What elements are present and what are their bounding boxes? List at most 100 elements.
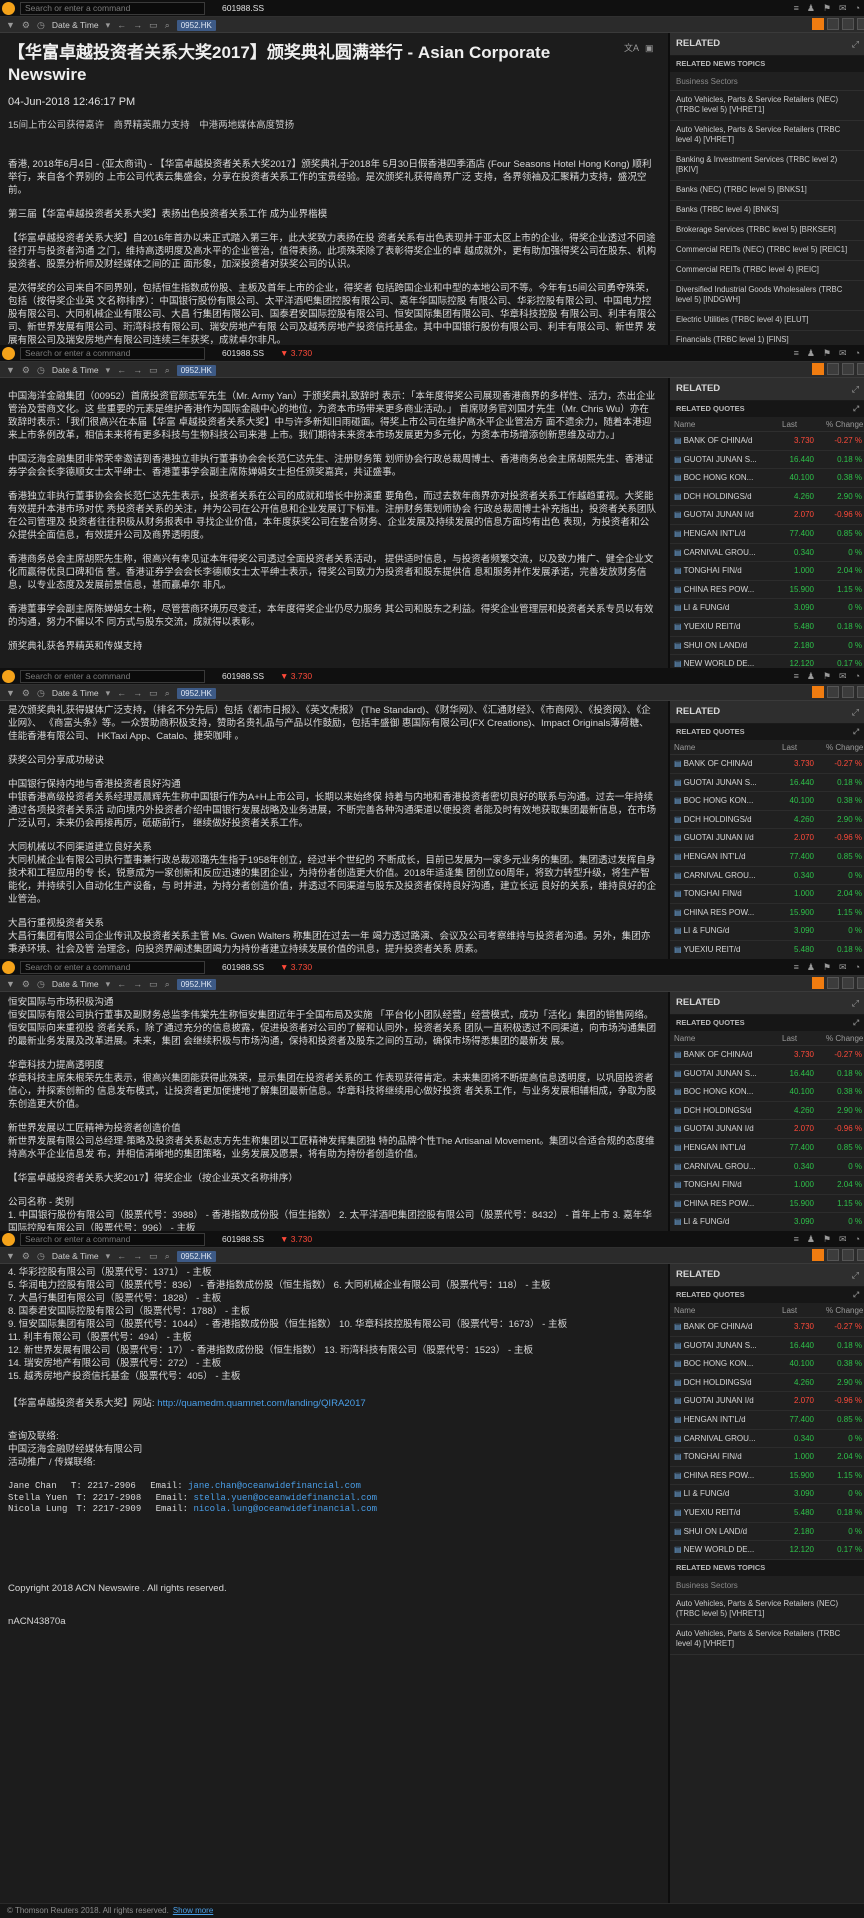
search-icon[interactable]: ⌕ <box>165 688 170 699</box>
forward-icon[interactable]: → <box>133 979 142 990</box>
expand-icon[interactable]: ⤢ <box>852 998 859 1009</box>
quote-name[interactable]: ▤ DCH HOLDINGS/d <box>674 1374 756 1393</box>
quote-row[interactable]: ▤ GUOTAI JUNAN S... 16.440 0.18 % <box>670 1337 864 1356</box>
messages-icon[interactable]: ✉ <box>839 1234 847 1245</box>
date-time-dropdown[interactable]: Date & Time <box>52 20 99 30</box>
back-icon[interactable]: ← <box>117 1251 126 1262</box>
quote-name[interactable]: ▤ LI & FUNG/d <box>674 922 756 941</box>
quote-row[interactable]: ▤ GUOTAI JUNAN S... 16.440 0.18 % <box>670 451 864 470</box>
quote-name[interactable]: ▤ BANK OF CHINA/d <box>674 432 756 451</box>
filter-icon[interactable]: ▼ <box>6 20 15 31</box>
highlight-toggle[interactable] <box>812 1249 824 1261</box>
search-icon[interactable]: ⌕ <box>165 979 170 990</box>
mail-icon[interactable] <box>842 686 854 698</box>
clock-icon[interactable]: ◷ <box>37 1251 45 1262</box>
quote-row[interactable]: ▤ DCH HOLDINGS/d 4.260 2.90 % <box>670 811 864 830</box>
quote-row[interactable]: ▤ HENGAN INT'L/d 77.400 0.85 % <box>670 1139 864 1158</box>
quote-name[interactable]: ▤ NEW WORLD DE... <box>674 655 756 668</box>
forward-icon[interactable]: → <box>133 688 142 699</box>
quote-row[interactable]: ▤ CHINA RES POW... 15.900 1.15 % <box>670 581 864 600</box>
clock-icon[interactable]: ◷ <box>37 20 45 31</box>
messages-icon[interactable]: ✉ <box>839 3 847 14</box>
instrument-chip[interactable]: 0952.HK <box>176 19 216 31</box>
quote-row[interactable]: ▤ BANK OF CHINA/d 3.730 -0.27 % <box>670 1046 864 1065</box>
quote-name[interactable]: ▤ HENGAN INT'L/d <box>674 1139 756 1158</box>
quote-ric[interactable]: 601988.SS <box>222 959 264 976</box>
date-time-dropdown[interactable]: Date & Time <box>52 979 99 989</box>
messages-icon[interactable]: ✉ <box>839 671 847 682</box>
search-icon[interactable]: ⌕ <box>165 20 170 31</box>
quote-row[interactable]: ▤ BANK OF CHINA/d 3.730 -0.27 % <box>670 432 864 451</box>
quote-name[interactable]: ▤ HENGAN INT'L/d <box>674 1411 756 1430</box>
expand-icon[interactable]: ⤢ <box>852 39 859 50</box>
wifi-icon[interactable]: ◔ <box>855 962 860 973</box>
layout-icon[interactable]: ▭ <box>149 979 158 990</box>
quote-name[interactable]: ▤ TONGHAI FIN/d <box>674 562 756 581</box>
quote-ric[interactable]: 601988.SS <box>222 668 264 685</box>
flag-icon[interactable]: ⚑ <box>823 1234 831 1245</box>
expand-icon[interactable]: ⤢ <box>853 401 859 417</box>
quote-row[interactable]: ▤ NEW WORLD DE... 12.120 0.17 % <box>670 1541 864 1560</box>
quote-name[interactable]: ▤ CARNIVAL GROU... <box>674 1158 756 1177</box>
app-logo-icon[interactable] <box>2 347 15 360</box>
quote-name[interactable]: ▤ GUOTAI JUNAN I/d <box>674 506 756 525</box>
related-topic-link[interactable]: Commercial REITs (NEC) (TRBC level 5) [R… <box>670 241 864 261</box>
quote-ric[interactable]: 601988.SS <box>222 0 264 17</box>
quote-name[interactable]: ▤ BOC HONG KON... <box>674 469 756 488</box>
quote-row[interactable]: ▤ TONGHAI FIN/d 1.000 2.04 % <box>670 885 864 904</box>
date-time-dropdown[interactable]: Date & Time <box>52 1251 99 1261</box>
chevron-down-icon[interactable]: ▾ <box>106 365 111 376</box>
clock-icon[interactable]: ◷ <box>37 365 45 376</box>
website-link[interactable]: http://quamedm.quamnet.com/landing/QIRA2… <box>157 1398 366 1409</box>
quote-row[interactable]: ▤ YUEXIU REIT/d 5.480 0.18 % <box>670 941 864 959</box>
layout-icon[interactable]: ▭ <box>149 688 158 699</box>
quote-row[interactable]: ▤ CHINA RES POW... 15.900 1.15 % <box>670 1195 864 1214</box>
contact-email[interactable]: stella.yuen@oceanwidefinancial.com <box>193 1493 377 1503</box>
export-icon[interactable] <box>857 686 864 698</box>
clock-icon[interactable]: ◷ <box>37 979 45 990</box>
quote-name[interactable]: ▤ BOC HONG KON... <box>674 1083 756 1102</box>
related-topic-link[interactable]: Banks (NEC) (TRBC level 5) [BNKS1] <box>670 181 864 201</box>
quote-row[interactable]: ▤ CHINA RES POW... 15.900 1.15 % <box>670 1467 864 1486</box>
date-time-dropdown[interactable]: Date & Time <box>52 688 99 698</box>
quote-row[interactable]: ▤ CHINA RES POW... 15.900 1.15 % <box>670 904 864 923</box>
quote-name[interactable]: ▤ CHINA RES POW... <box>674 581 756 600</box>
expand-icon[interactable]: ⤢ <box>853 1287 859 1303</box>
quote-row[interactable]: ▤ LI & FUNG/d 3.090 0 % <box>670 599 864 618</box>
quote-row[interactable]: ▤ CARNIVAL GROU... 0.340 0 % <box>670 1430 864 1449</box>
command-search-input[interactable]: Search or enter a command <box>20 347 205 360</box>
highlight-toggle[interactable] <box>812 18 824 30</box>
quote-row[interactable]: ▤ LI & FUNG/d 3.090 0 % <box>670 1213 864 1231</box>
mail-icon[interactable] <box>842 18 854 30</box>
layout-icon[interactable]: ▭ <box>149 1251 158 1262</box>
search-icon[interactable]: ⌕ <box>165 1251 170 1262</box>
quote-row[interactable]: ▤ GUOTAI JUNAN I/d 2.070 -0.96 % <box>670 506 864 525</box>
back-icon[interactable]: ← <box>117 979 126 990</box>
quote-name[interactable]: ▤ TONGHAI FIN/d <box>674 1448 756 1467</box>
flag-icon[interactable]: ⚑ <box>823 348 831 359</box>
quote-row[interactable]: ▤ YUEXIU REIT/d 5.480 0.18 % <box>670 1504 864 1523</box>
quote-row[interactable]: ▤ TONGHAI FIN/d 1.000 2.04 % <box>670 1448 864 1467</box>
quote-name[interactable]: ▤ DCH HOLDINGS/d <box>674 1102 756 1121</box>
related-topic-link[interactable]: Auto Vehicles, Parts & Service Retailers… <box>670 91 864 121</box>
quote-row[interactable]: ▤ BANK OF CHINA/d 3.730 -0.27 % <box>670 755 864 774</box>
expand-icon[interactable]: ⤢ <box>852 384 859 395</box>
quote-row[interactable]: ▤ NEW WORLD DE... 12.120 0.17 % <box>670 655 864 668</box>
quote-name[interactable]: ▤ SHUI ON LAND/d <box>674 637 756 656</box>
wifi-icon[interactable]: ◔ <box>855 3 860 14</box>
layout-icon[interactable]: ▭ <box>149 20 158 31</box>
quote-name[interactable]: ▤ SHUI ON LAND/d <box>674 1523 756 1542</box>
settings-icon[interactable]: ⚙ <box>22 20 30 31</box>
show-more-link[interactable]: Show more <box>173 1906 213 1915</box>
quote-row[interactable]: ▤ BANK OF CHINA/d 3.730 -0.27 % <box>670 1318 864 1337</box>
quote-row[interactable]: ▤ CARNIVAL GROU... 0.340 0 % <box>670 1158 864 1177</box>
quote-row[interactable]: ▤ CARNIVAL GROU... 0.340 0 % <box>670 867 864 886</box>
expand-icon[interactable]: ⤢ <box>852 1270 859 1281</box>
quote-row[interactable]: ▤ GUOTAI JUNAN S... 16.440 0.18 % <box>670 774 864 793</box>
expand-icon[interactable]: ⤢ <box>853 724 859 740</box>
user-icon[interactable]: ♟ <box>807 348 815 359</box>
highlight-toggle[interactable] <box>812 977 824 989</box>
quote-row[interactable]: ▤ HENGAN INT'L/d 77.400 0.85 % <box>670 525 864 544</box>
instrument-chip[interactable]: 0952.HK <box>176 364 216 376</box>
contact-email[interactable]: nicola.lung@oceanwidefinancial.com <box>193 1504 377 1514</box>
